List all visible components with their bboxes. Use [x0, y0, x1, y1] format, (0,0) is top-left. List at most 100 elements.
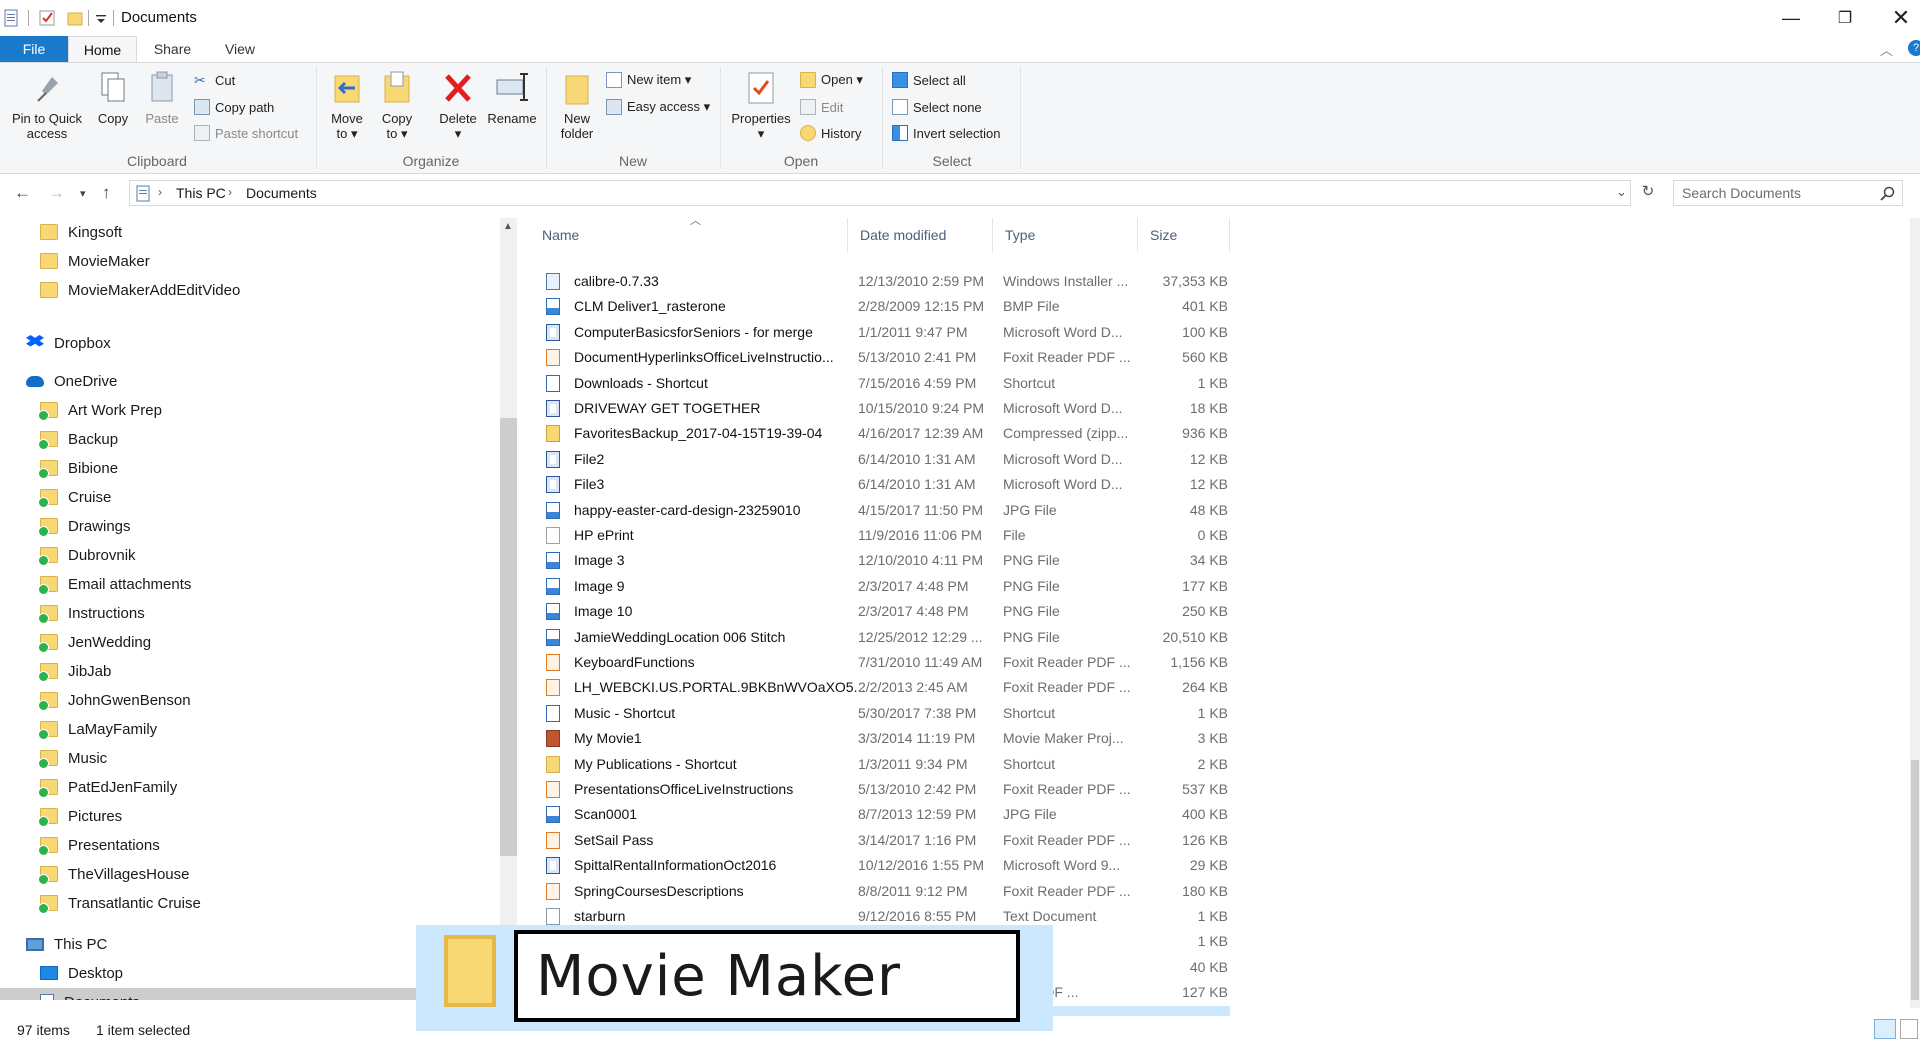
- nav-item-transatlantic-cruise[interactable]: Transatlantic Cruise: [0, 889, 500, 917]
- nav-item-johngwenbenson[interactable]: JohnGwenBenson: [0, 686, 500, 714]
- close-button[interactable]: ✕: [1878, 0, 1920, 36]
- search-box[interactable]: [1673, 180, 1903, 206]
- file-row[interactable]: Image 3 12/10/2010 4:11 PM PNG File 34 KB: [530, 548, 1230, 573]
- copy-button[interactable]: Copy: [92, 69, 134, 126]
- scroll-up-icon[interactable]: ▲: [503, 221, 513, 232]
- file-row[interactable]: Music - Shortcut 5/30/2017 7:38 PM Shortcu…: [530, 701, 1230, 726]
- file-row[interactable]: File3 6/14/2010 1:31 AM Microsoft Word D..…: [530, 472, 1230, 497]
- file-row[interactable]: DRIVEWAY GET TOGETHER 10/15/2010 9:24 PM M…: [530, 396, 1230, 421]
- nav-item-bibione[interactable]: Bibione: [0, 454, 500, 482]
- paste-shortcut-button[interactable]: Paste shortcut: [194, 123, 298, 143]
- nav-item-dubrovnik[interactable]: Dubrovnik: [0, 541, 500, 569]
- nav-item-pictures[interactable]: Pictures: [0, 802, 500, 830]
- nav-item-kingsoft[interactable]: Kingsoft: [0, 218, 500, 246]
- file-row[interactable]: LH_WEBCKI.US.PORTAL.9BKBnWVOaXO5... 2/2/2…: [530, 675, 1230, 700]
- column-header-type[interactable]: Type: [993, 218, 1138, 252]
- cut-button[interactable]: ✂ Cut: [194, 70, 235, 90]
- help-icon[interactable]: ?: [1908, 40, 1920, 56]
- file-row[interactable]: SetSail Pass 3/14/2017 1:16 PM Foxit Reade…: [530, 828, 1230, 853]
- nav-item-backup[interactable]: Backup: [0, 425, 500, 453]
- history-button[interactable]: History: [800, 123, 861, 143]
- tab-file[interactable]: File: [0, 36, 68, 62]
- refresh-icon[interactable]: ↻: [1636, 182, 1660, 204]
- file-row[interactable]: FavoritesBackup_2017-04-15T19-39-04 4/16/…: [530, 421, 1230, 446]
- easy-access-button[interactable]: Easy access ▾: [606, 97, 710, 117]
- file-row[interactable]: My Movie1 3/3/2014 11:19 PM Movie Maker Pr…: [530, 726, 1230, 751]
- address-dropdown-icon[interactable]: ⌄: [1616, 184, 1627, 200]
- forward-arrow-icon[interactable]: →: [48, 183, 65, 203]
- recent-locations-chevron-icon[interactable]: ▾: [80, 187, 86, 200]
- properties-button[interactable]: Properties ▾: [726, 69, 796, 141]
- file-row[interactable]: Image 10 2/3/2017 4:48 PM PNG File 250 KB: [530, 599, 1230, 624]
- delete-button[interactable]: Delete ▾: [434, 69, 482, 141]
- search-input[interactable]: [1674, 181, 1869, 205]
- nav-item-moviemaker[interactable]: MovieMaker: [0, 247, 500, 275]
- file-row[interactable]: happy-easter-card-design-23259010 4/15/20…: [530, 498, 1230, 523]
- file-row[interactable]: Image 9 2/3/2017 4:48 PM PNG File 177 KB: [530, 574, 1230, 599]
- customize-toolbar-icon[interactable]: [92, 9, 110, 27]
- file-row[interactable]: File2 6/14/2010 1:31 AM Microsoft Word D..…: [530, 447, 1230, 472]
- nav-item-drawings[interactable]: Drawings: [0, 512, 500, 540]
- file-row[interactable]: JamieWeddingLocation 006 Stitch 12/25/201…: [530, 625, 1230, 650]
- pin-to-quick-access-button[interactable]: Pin to Quick access: [4, 69, 90, 141]
- tab-view[interactable]: View: [210, 36, 270, 62]
- address-bar[interactable]: › This PC › Documents ⌄: [129, 180, 1631, 206]
- column-header-name[interactable]: Name: [530, 218, 848, 252]
- paste-button[interactable]: Paste: [140, 69, 184, 126]
- new-folder-button[interactable]: New folder: [554, 69, 600, 141]
- column-header-date-modified[interactable]: Date modified: [848, 218, 993, 252]
- file-row[interactable]: Downloads - Shortcut 7/15/2016 4:59 PM Sho…: [530, 371, 1230, 396]
- nav-item-dropbox[interactable]: Dropbox: [0, 329, 500, 357]
- select-none-button[interactable]: Select none: [892, 97, 982, 117]
- details-view-icon[interactable]: [1874, 1019, 1896, 1039]
- nav-item-email-attachments[interactable]: Email attachments: [0, 570, 500, 598]
- nav-item-presentations[interactable]: Presentations: [0, 831, 500, 859]
- new-folder-quick-icon[interactable]: [66, 9, 84, 27]
- tab-home[interactable]: Home: [68, 36, 137, 62]
- breadcrumb-this-pc[interactable]: This PC: [176, 185, 226, 201]
- nav-item-jibjab[interactable]: JibJab: [0, 657, 500, 685]
- tab-share[interactable]: Share: [140, 36, 205, 62]
- nav-item-thevillageshouse[interactable]: TheVillagesHouse: [0, 860, 500, 888]
- file-row[interactable]: HP ePrint 11/9/2016 11:06 PM File 0 KB: [530, 523, 1230, 548]
- open-button[interactable]: Open ▾: [800, 70, 863, 90]
- move-to-button[interactable]: Move to ▾: [326, 69, 368, 141]
- file-row[interactable]: CLM Deliver1_rasterone 2/28/2009 12:15 PM…: [530, 294, 1230, 319]
- file-row[interactable]: My Publications - Shortcut 1/3/2011 9:34 …: [530, 752, 1230, 777]
- select-all-button[interactable]: Select all: [892, 70, 966, 90]
- nav-item-instructions[interactable]: Instructions: [0, 599, 500, 627]
- copy-to-button[interactable]: Copy to ▾: [376, 69, 418, 141]
- nav-item-onedrive[interactable]: OneDrive: [0, 367, 500, 395]
- rename-button[interactable]: Rename: [484, 69, 540, 126]
- back-arrow-icon[interactable]: ←: [14, 183, 31, 203]
- nav-item-cruise[interactable]: Cruise: [0, 483, 500, 511]
- navigation-pane-scroll-thumb[interactable]: [500, 418, 517, 856]
- collapse-ribbon-icon[interactable]: ︿: [1880, 40, 1893, 59]
- nav-item-lamayfamily[interactable]: LaMayFamily: [0, 715, 500, 743]
- file-row[interactable]: calibre-0.7.33 12/13/2010 2:59 PM Windows …: [530, 269, 1230, 294]
- file-row[interactable]: SpringCoursesDescriptions 8/8/2011 9:12 P…: [530, 879, 1230, 904]
- file-list-scroll-thumb[interactable]: [1911, 760, 1919, 1000]
- nav-item-patedjenfamily[interactable]: PatEdJenFamily: [0, 773, 500, 801]
- file-row[interactable]: SpittalRentalInformationOct2016 10/12/201…: [530, 853, 1230, 878]
- file-row[interactable]: Scan0001 8/7/2013 12:59 PM JPG File 400 KB: [530, 802, 1230, 827]
- nav-item-jenwedding[interactable]: JenWedding: [0, 628, 500, 656]
- up-arrow-icon[interactable]: ↑: [102, 183, 111, 203]
- file-row[interactable]: DocumentHyperlinksOfficeLiveInstructio..…: [530, 345, 1230, 370]
- breadcrumb-documents[interactable]: Documents: [246, 185, 317, 201]
- file-row[interactable]: KeyboardFunctions 7/31/2010 11:49 AM Foxit…: [530, 650, 1230, 675]
- column-header-size[interactable]: Size: [1138, 218, 1230, 252]
- nav-item-music[interactable]: Music: [0, 744, 500, 772]
- invert-selection-button[interactable]: Invert selection: [892, 123, 1000, 143]
- properties-quick-icon[interactable]: [38, 9, 56, 27]
- restore-button[interactable]: ❐: [1822, 0, 1868, 36]
- large-icons-view-icon[interactable]: [1900, 1019, 1918, 1039]
- minimize-button[interactable]: —: [1768, 0, 1814, 36]
- copy-path-button[interactable]: Copy path: [194, 97, 274, 117]
- search-icon[interactable]: [1880, 186, 1895, 201]
- file-row[interactable]: ComputerBasicsforSeniors - for merge 1/1/…: [530, 320, 1230, 345]
- new-item-button[interactable]: New item ▾: [606, 70, 691, 90]
- edit-button[interactable]: Edit: [800, 97, 843, 117]
- file-row[interactable]: PresentationsOfficeLiveInstructions 5/13/…: [530, 777, 1230, 802]
- nav-item-art-work-prep[interactable]: Art Work Prep: [0, 396, 500, 424]
